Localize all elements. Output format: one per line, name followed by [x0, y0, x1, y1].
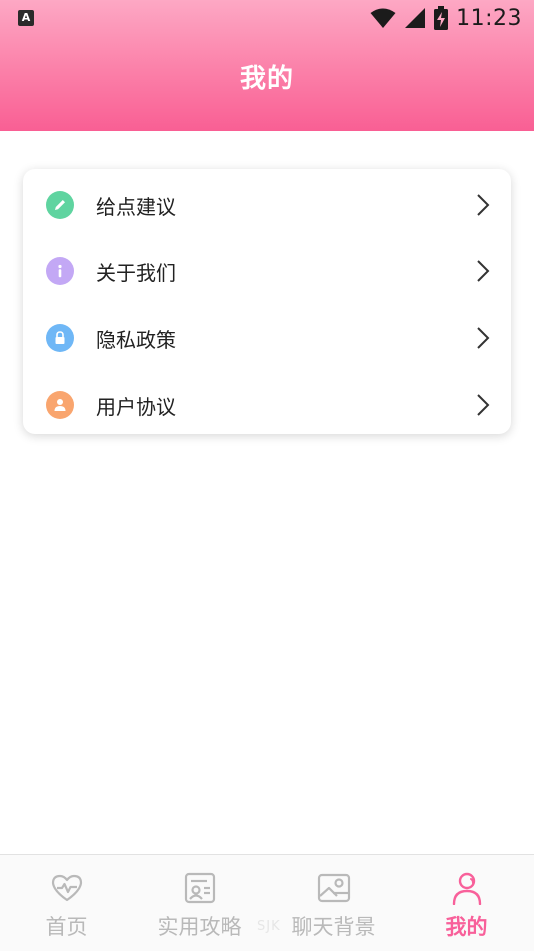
chevron-right-icon: [477, 194, 490, 216]
tab-home[interactable]: 首页: [0, 855, 133, 951]
menu-item-privacy-policy[interactable]: 隐私政策: [23, 305, 511, 371]
tab-mine[interactable]: 我的: [400, 855, 533, 951]
tab-label: 聊天背景: [291, 915, 376, 939]
wifi-icon: [370, 8, 396, 28]
info-icon: [46, 257, 74, 285]
watermark-text: SJK: [257, 919, 281, 934]
pencil-icon: [46, 191, 74, 219]
settings-menu-card: 给点建议 关于我们 隐私政策 用户协议: [23, 169, 511, 434]
bottom-tab-bar: 首页 实用攻略 聊天背景 我的: [0, 854, 534, 951]
lock-icon: [46, 324, 74, 352]
chevron-right-icon: [477, 394, 490, 416]
menu-item-feedback[interactable]: 给点建议: [23, 172, 511, 238]
menu-item-user-agreement[interactable]: 用户协议: [23, 372, 511, 438]
tab-label: 我的: [445, 915, 488, 939]
status-time: 11:23: [456, 5, 522, 31]
battery-charging-icon: [434, 6, 449, 30]
tab-label: 实用攻略: [157, 915, 242, 939]
guide-icon: [184, 872, 215, 904]
page-title: 我的: [239, 64, 294, 94]
tab-chat-background[interactable]: 聊天背景: [267, 855, 400, 951]
heartbeat-icon: [51, 874, 82, 902]
header-bar: A 11:23 我的: [0, 0, 534, 131]
status-indicators: 11:23: [370, 4, 522, 32]
person-icon: [452, 872, 481, 905]
menu-item-label: 隐私政策: [96, 327, 176, 352]
menu-item-label: 用户协议: [96, 394, 176, 419]
app-notification-icon: A: [18, 10, 34, 26]
menu-item-label: 给点建议: [96, 194, 176, 219]
menu-item-label: 关于我们: [96, 260, 176, 285]
chevron-right-icon: [477, 260, 490, 282]
tab-practical-guide[interactable]: 实用攻略: [133, 855, 266, 951]
user-icon: [46, 391, 74, 419]
menu-item-about-us[interactable]: 关于我们: [23, 238, 511, 304]
tab-label: 首页: [45, 915, 88, 939]
image-icon: [317, 873, 350, 903]
status-bar: A 11:23: [0, 0, 534, 36]
signal-icon: [405, 8, 426, 28]
chevron-right-icon: [477, 327, 490, 349]
